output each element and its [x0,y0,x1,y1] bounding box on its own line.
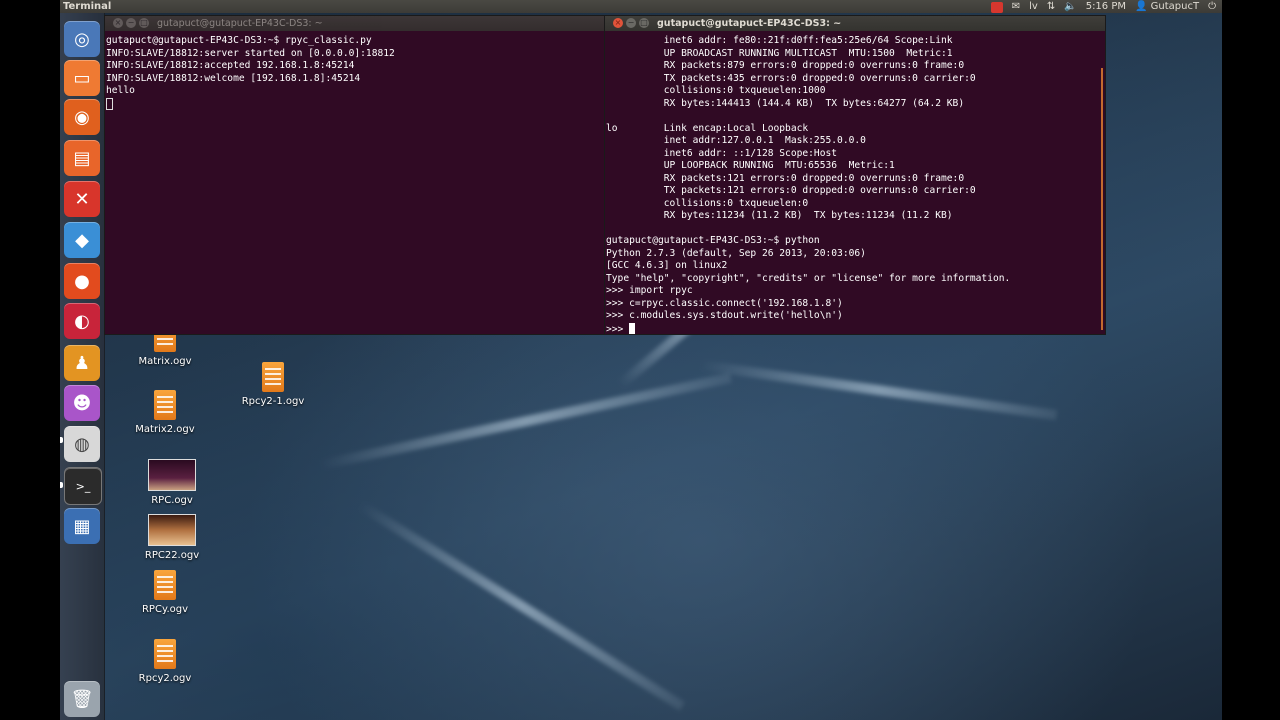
text-cursor [106,97,113,110]
window-title: gutapuct@gutapuct-EP43C-DS3: ~ [157,18,323,29]
desktop-file-label: Matrix2.ogv [135,424,195,435]
top-panel: Terminal ✉ lv ⇅ 🔈 5:16 PM 👤 GutapucT ⏻ [60,0,1222,13]
text-cursor [629,322,636,334]
desktop-file-label: RPCy.ogv [141,604,188,615]
terminal-line: >>> c.modules.sys.stdout.write('hello\n'… [606,310,843,321]
volume-indicator-icon[interactable]: 🔈 [1064,0,1076,13]
penguin-icon[interactable]: ♟ [64,345,100,381]
terminal-line: UP BROADCAST RUNNING MULTICAST MTU:1500 … [606,47,953,59]
dash-home-icon[interactable]: ◎ [64,21,100,57]
desktop-file-label: RPC22.ogv [144,550,200,561]
indicator-area: ✉ lv ⇅ 🔈 5:16 PM 👤 GutapucT ⏻ [990,0,1216,13]
terminal-output: inet6 addr: fe80::21f:d0ff:fea5:25e6/64 … [606,35,1010,336]
desktop-file-matrix2[interactable]: Matrix2.ogv [127,390,203,435]
terminal-line: collisions:0 txqueuelen:0 [606,197,809,209]
firefox-icon[interactable]: ◉ [64,99,100,135]
pidgin-icon[interactable]: ☻ [64,385,100,421]
terminal-line: TX packets:435 errors:0 dropped:0 overru… [606,72,976,84]
terminal-line: inet6 addr: ::1/128 Scope:Host [606,147,838,159]
close-icon[interactable]: × [613,18,623,28]
network-indicator-icon[interactable]: ⇅ [1047,0,1055,13]
terminal-line: collisions:0 txqueuelen:1000 [606,85,826,96]
virtualbox-icon[interactable]: ◆ [64,222,100,258]
terminal-icon[interactable]: >_ [64,467,102,505]
user-icon: 👤 [1135,1,1148,12]
user-indicator[interactable]: 👤 GutapucT [1135,0,1199,13]
terminal-line: RX bytes:11234 (11.2 KB) TX bytes:11234 … [606,210,953,221]
desktop-file-rpcy2-1[interactable]: Rpcy2-1.ogv [235,362,311,407]
terminal-window-right[interactable]: × − □ gutapuct@gutapuct-EP43C-DS3: ~ ine… [604,15,1106,335]
desktop-file-rpcy[interactable]: RPCy.ogv [127,570,203,615]
terminal-line: RX packets:121 errors:0 dropped:0 overru… [606,172,965,184]
desktop-file-rpcy2[interactable]: Rpcy2.ogv [127,639,203,684]
running-indicator [60,437,63,443]
terminal-line: Python 2.7.3 (default, Sep 26 2013, 20:0… [606,247,866,259]
terminal-line: gutapuct@gutapuct-EP43C-DS3:~$ rpyc_clas… [106,35,372,46]
system-settings-icon[interactable]: ✕ [64,181,100,217]
desktop-file-label: Rpcy2.ogv [138,673,192,684]
terminal-line: gutapuct@gutapuct-EP43C-DS3:~$ python [606,235,820,246]
launcher: ◎ ▭ ◉ ▤ ✕ ◆ ● ◐ ♟ ☻ ◍ >_ ▦ 🗑 [60,13,105,720]
maximize-icon[interactable]: □ [139,18,149,28]
desktop-file-label: RPC.ogv [151,495,193,506]
power-indicator-icon[interactable]: ⏻ [1208,0,1216,13]
running-indicator [60,482,63,488]
software-center-icon[interactable]: ▤ [64,140,100,176]
video-thumbnail-icon [148,459,196,491]
terminal-line: inet addr:127.0.0.1 Mask:255.0.0.0 [606,135,866,146]
terminal-line: INFO:SLAVE/18812:welcome [192.168.1.8]:4… [106,72,361,84]
video-file-icon [262,362,284,392]
terminal-line: UP LOOPBACK RUNNING MTU:65536 Metric:1 [606,160,895,171]
terminal-window-left[interactable]: × − □ gutapuct@gutapuct-EP43C-DS3: ~ gut… [104,15,607,335]
terminal-line: lo Link encap:Local Loopback [606,122,809,134]
terminal-output: gutapuct@gutapuct-EP43C-DS3:~$ rpyc_clas… [106,35,395,113]
window-title: gutapuct@gutapuct-EP43C-DS3: ~ [657,18,842,29]
desktop-file-rpc[interactable]: RPC.ogv [134,459,210,506]
swirl-icon[interactable]: ◐ [64,303,100,339]
terminal-line: RX packets:879 errors:0 dropped:0 overru… [606,60,965,71]
desktop-file-rpc22[interactable]: RPC22.ogv [134,514,210,561]
terminal-line: hello [106,85,135,96]
video-file-icon [154,639,176,669]
minimize-icon[interactable]: − [126,18,136,28]
maximize-icon[interactable]: □ [639,18,649,28]
minimize-icon[interactable]: − [626,18,636,28]
video-thumbnail-icon [148,514,196,546]
video-file-icon [154,390,176,420]
desktop-file-label: Matrix.ogv [138,356,192,367]
terminal-line: Type "help", "copyright", "credits" or "… [606,272,1011,284]
letterbox-left [0,0,60,720]
window-titlebar[interactable]: × − □ gutapuct@gutapuct-EP43C-DS3: ~ [105,16,606,31]
active-app-title: Terminal [63,1,112,12]
terminal-line: [GCC 4.6.3] on linux2 [606,260,728,271]
video-file-icon [154,570,176,600]
keyboard-layout-indicator[interactable]: lv [1029,0,1038,13]
mail-indicator-icon[interactable]: ✉ [1012,0,1020,13]
window-titlebar[interactable]: × − □ gutapuct@gutapuct-EP43C-DS3: ~ [605,16,1105,31]
clock-indicator[interactable]: 5:16 PM [1086,0,1126,13]
terminal-line: >>> c=rpyc.classic.connect('192.168.1.8'… [606,297,843,309]
user-name: GutapucT [1150,1,1200,12]
terminal-line: INFO:SLAVE/18812:server started on [0.0.… [106,47,395,59]
bomb-icon[interactable]: ● [64,263,100,299]
trash-icon[interactable]: 🗑 [64,681,100,717]
scrollbar-thumb[interactable] [1101,68,1103,330]
workspace-icon[interactable]: ▦ [64,508,100,544]
terminal-prompt: >>> [606,323,630,335]
letterbox-right [1222,0,1280,720]
desktop-file-label: Rpcy2-1.ogv [241,396,305,407]
terminal-line: >>> import rpyc [606,285,693,296]
files-icon[interactable]: ▭ [64,60,100,96]
close-icon[interactable]: × [113,18,123,28]
terminal-line: RX bytes:144413 (144.4 KB) TX bytes:6427… [606,97,965,109]
update-indicator-icon[interactable] [990,1,1003,13]
terminal-line: TX packets:121 errors:0 dropped:0 overru… [606,185,976,196]
terminal-line: INFO:SLAVE/18812:accepted 192.168.1.8:45… [106,60,355,71]
webcam-icon[interactable]: ◍ [64,426,100,462]
terminal-line: inet6 addr: fe80::21f:d0ff:fea5:25e6/64 … [606,35,953,46]
